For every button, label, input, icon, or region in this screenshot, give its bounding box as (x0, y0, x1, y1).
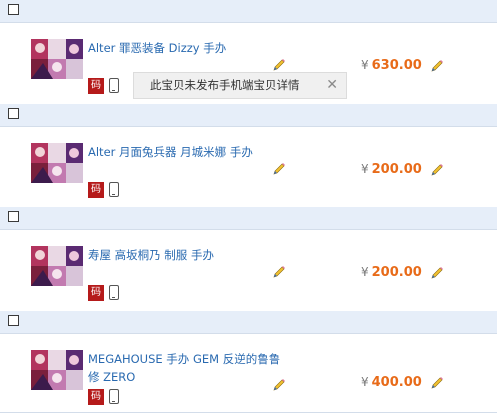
currency-symbol: ¥ (361, 58, 369, 72)
mobile-phone-icon[interactable] (109, 78, 119, 93)
edit-price-pencil-icon[interactable] (430, 163, 444, 177)
edit-title-pencil-icon[interactable] (272, 58, 286, 72)
edit-title-pencil-icon[interactable] (272, 378, 286, 392)
select-checkbox[interactable] (8, 4, 19, 15)
edit-price-pencil-icon[interactable] (430, 59, 444, 73)
edit-price-pencil-icon[interactable] (430, 376, 444, 390)
select-checkbox[interactable] (8, 108, 19, 119)
mobile-detail-tooltip: 此宝贝未发布手机端宝贝详情 ✕ (133, 72, 347, 99)
price-value: 200.00 (371, 162, 422, 177)
mobile-phone-icon[interactable] (109, 389, 119, 404)
product-title-link[interactable]: Alter 罪恶装备 Dizzy 手办 (88, 39, 288, 57)
price-value: 400.00 (371, 375, 422, 390)
mobile-phone-icon[interactable] (109, 285, 119, 300)
price: ¥200.00 (361, 265, 422, 280)
group-header (0, 207, 497, 230)
tooltip-text: 此宝贝未发布手机端宝贝详情 (150, 78, 300, 92)
group-header (0, 104, 497, 127)
item-row: Alter 月面兔兵器 月城米娜 手办 码 ¥200.00 (0, 127, 497, 207)
price: ¥630.00 (361, 58, 422, 73)
item-row: 寿屋 高坂桐乃 制服 手办 码 ¥200.00 (0, 230, 497, 310)
barcode-tag-icon[interactable]: 码 (88, 285, 104, 301)
barcode-tag-icon[interactable]: 码 (88, 389, 104, 405)
list-bottom-border (0, 412, 497, 413)
currency-symbol: ¥ (361, 265, 369, 279)
product-title-link[interactable]: 寿屋 高坂桐乃 制服 手办 (88, 246, 288, 264)
barcode-tag-icon[interactable]: 码 (88, 78, 104, 94)
price: ¥200.00 (361, 162, 422, 177)
edit-price-pencil-icon[interactable] (430, 266, 444, 280)
tooltip-close-icon[interactable]: ✕ (326, 73, 338, 98)
barcode-tag-icon[interactable]: 码 (88, 182, 104, 198)
group-header (0, 311, 497, 334)
product-thumbnail[interactable] (31, 143, 83, 183)
product-title-link[interactable]: Alter 月面兔兵器 月城米娜 手办 (88, 143, 288, 161)
edit-title-pencil-icon[interactable] (272, 265, 286, 279)
currency-symbol: ¥ (361, 375, 369, 389)
mobile-phone-icon[interactable] (109, 182, 119, 197)
price-value: 630.00 (371, 58, 422, 73)
item-row: MEGAHOUSE 手办 GEM 反逆的鲁鲁修 ZERO 码 ¥400.00 (0, 334, 497, 414)
select-checkbox[interactable] (8, 211, 19, 222)
product-thumbnail[interactable] (31, 246, 83, 286)
product-thumbnail[interactable] (31, 39, 83, 79)
select-checkbox[interactable] (8, 315, 19, 326)
product-thumbnail[interactable] (31, 350, 83, 390)
group-header (0, 0, 497, 23)
currency-symbol: ¥ (361, 162, 369, 176)
edit-title-pencil-icon[interactable] (272, 162, 286, 176)
price: ¥400.00 (361, 375, 422, 390)
price-value: 200.00 (371, 265, 422, 280)
product-title-link[interactable]: MEGAHOUSE 手办 GEM 反逆的鲁鲁修 ZERO (88, 350, 288, 386)
